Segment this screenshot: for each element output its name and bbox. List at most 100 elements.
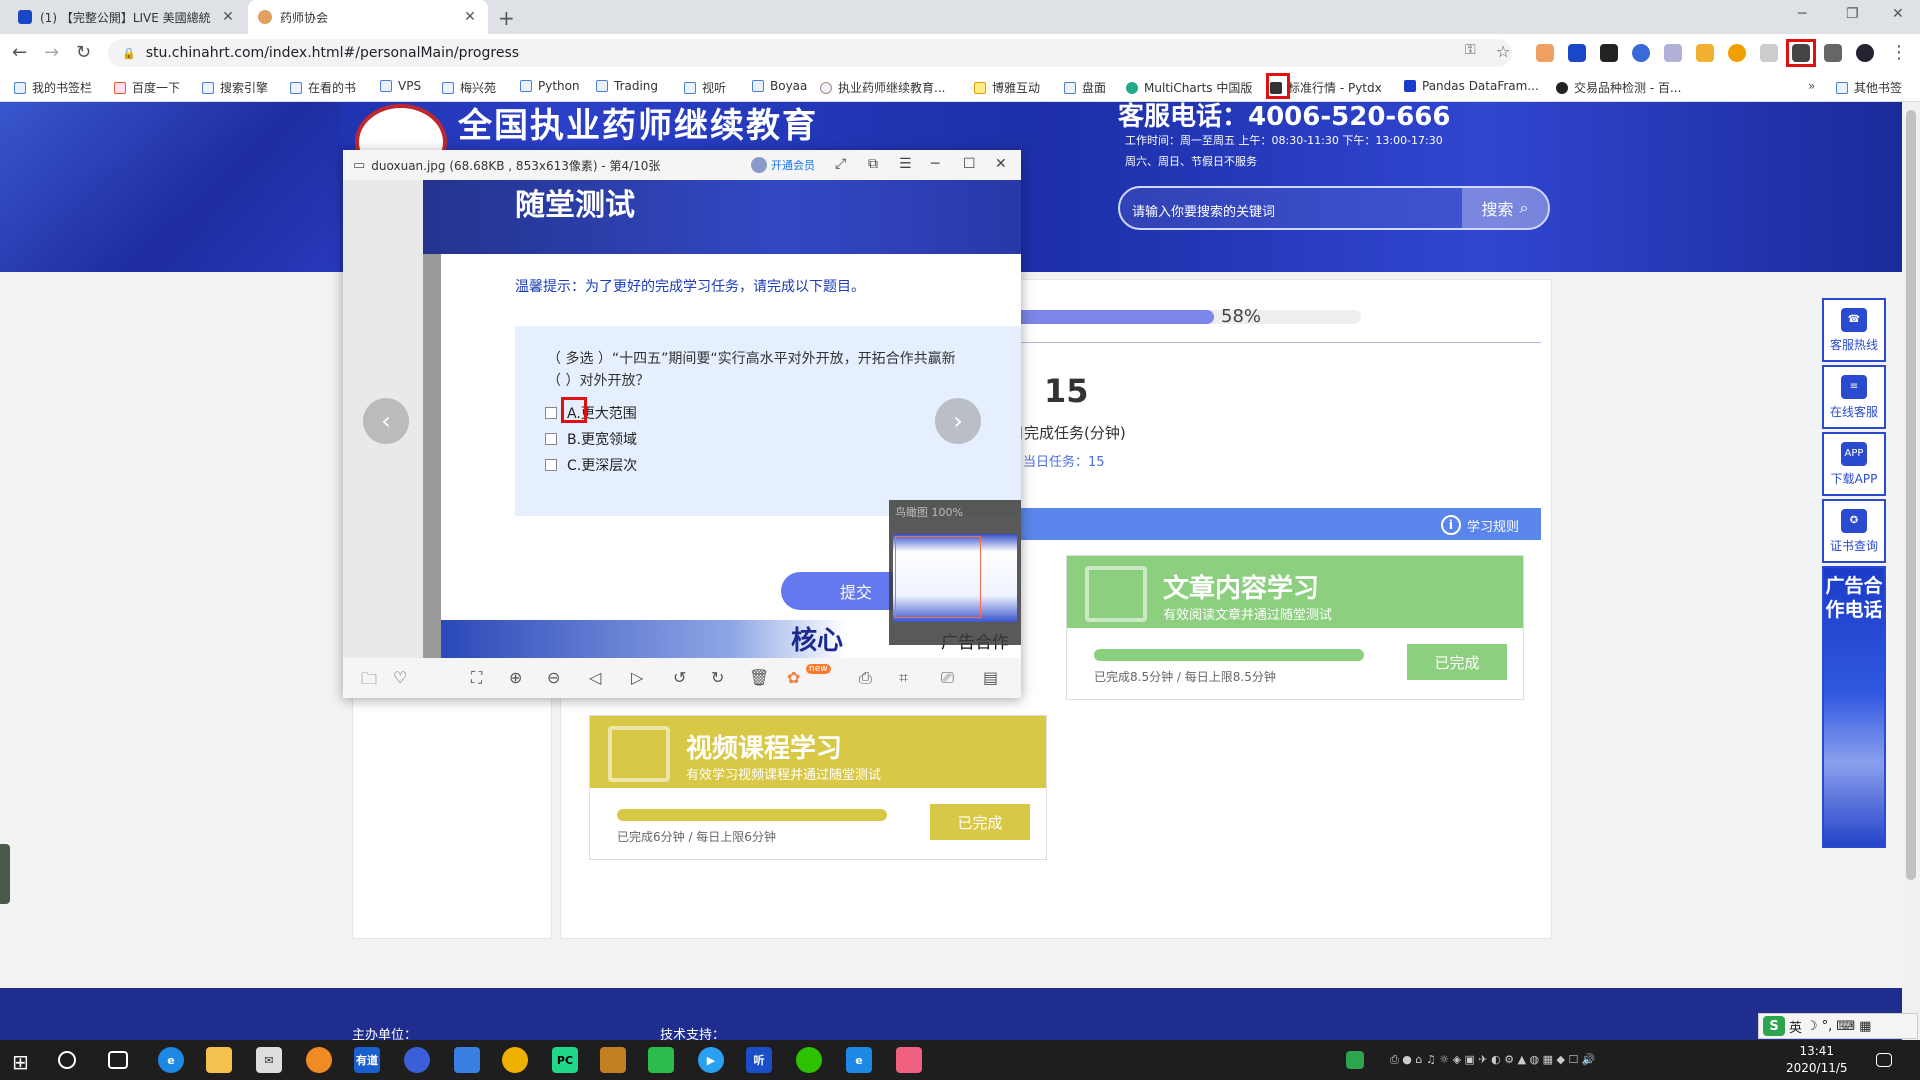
yellow-app-icon[interactable] (502, 1047, 528, 1073)
profile-avatar[interactable] (1856, 44, 1874, 62)
browser-app-icon[interactable] (306, 1047, 332, 1073)
task-view-icon[interactable] (108, 1051, 128, 1069)
sidebar-ad[interactable]: 广告合作电话 (1822, 566, 1886, 848)
delete-icon[interactable]: 🗑 (749, 668, 769, 687)
tab-pharmacist[interactable]: 药师协会 ✕ (248, 0, 488, 34)
ocr-icon[interactable]: ⎚ (941, 668, 954, 688)
bookmark-item[interactable]: 搜索引擎 (202, 79, 268, 96)
ime-toolbar[interactable]: S 英 ☽ °, ⌨ ▦ (1758, 1013, 1918, 1039)
favorite-icon[interactable]: ♡ (393, 668, 407, 687)
ime-keyboard-icon[interactable]: ⌨ (1836, 1019, 1855, 1034)
bookmark-item[interactable]: 在看的书 (290, 79, 356, 96)
more-icon[interactable]: ▤ (983, 668, 998, 687)
wechat-icon[interactable] (796, 1047, 822, 1073)
address-bar[interactable]: 🔒 stu.chinahrt.com/index.html#/personalM… (108, 39, 1512, 67)
bookmark-star-icon[interactable]: ☆ (1496, 42, 1510, 61)
menu-icon[interactable]: ☰ (899, 156, 912, 172)
extension-media-icon[interactable] (1568, 44, 1586, 62)
extension-circle-icon[interactable] (1728, 44, 1746, 62)
scrollbar-thumb[interactable] (1906, 110, 1916, 880)
rules-link[interactable]: i 学习规则 (1440, 515, 1519, 535)
close-tab-icon[interactable]: ✕ (220, 9, 236, 25)
search-icon[interactable] (58, 1051, 76, 1069)
iqiyi-icon[interactable] (648, 1047, 674, 1073)
checkbox[interactable] (545, 407, 557, 419)
pycharm-icon[interactable]: PC (552, 1047, 578, 1073)
vip-link[interactable]: 开通会员 (751, 157, 815, 173)
site-search[interactable]: 请输入你要搜索的关键词 搜索 ⌕ (1118, 186, 1550, 230)
close-window-button[interactable]: ✕ (1892, 6, 1904, 22)
thumbnail-navigator[interactable]: 鸟瞰图 100% (889, 500, 1021, 645)
key-icon[interactable]: ⚿ (1465, 42, 1476, 58)
bookmark-item[interactable]: Boyaa (752, 79, 807, 93)
ime-punct-icon[interactable]: °, (1822, 1019, 1833, 1034)
back-icon[interactable]: ← (12, 42, 27, 63)
minimize-icon[interactable]: ─ (931, 156, 939, 172)
extension-puzzle-icon[interactable] (1664, 44, 1682, 62)
youdao-icon[interactable]: 有道 (354, 1047, 380, 1073)
windows-start-icon[interactable]: ⊞ (12, 1050, 29, 1074)
sidebar-download-app[interactable]: APP 下载APP (1822, 432, 1886, 496)
previous-icon[interactable]: ◁ (589, 668, 601, 687)
checkbox[interactable] (545, 433, 557, 445)
pin-icon[interactable]: ⧉ (868, 156, 878, 172)
maximize-icon[interactable]: ☐ (963, 156, 976, 172)
ie-icon[interactable]: e (846, 1047, 872, 1073)
zoom-out-icon[interactable]: ⊖ (547, 668, 560, 687)
apps-icon[interactable]: ✿ (787, 668, 800, 687)
store-icon[interactable] (454, 1047, 480, 1073)
bookmark-item[interactable]: VPS (380, 79, 421, 93)
option-a[interactable]: A.更大范围 (545, 403, 637, 423)
bookmark-item[interactable]: 盘面 (1064, 79, 1106, 96)
fullscreen-icon[interactable]: ⤢ (835, 156, 846, 172)
crop-icon[interactable]: ⌗ (899, 668, 908, 688)
bookmark-item[interactable]: MultiCharts 中国版 (1126, 79, 1252, 96)
extension-dark-icon[interactable] (1600, 44, 1618, 62)
extension-adblock-icon[interactable] (1632, 44, 1650, 62)
option-b[interactable]: B.更宽领域 (545, 429, 637, 449)
extension-arrow-icon[interactable] (1696, 44, 1714, 62)
bookmark-item[interactable]: 执业药师继续教育... (820, 79, 945, 96)
bookmarks-overflow-icon[interactable]: » (1808, 79, 1815, 93)
ime-skin-icon[interactable]: ▦ (1859, 1019, 1871, 1034)
sogou-tray-icon[interactable] (1346, 1051, 1364, 1069)
ime-language[interactable]: 英 (1789, 1017, 1802, 1036)
navigator-viewport[interactable] (895, 536, 981, 618)
tab-youtube[interactable]: (1) 【完整公開】LIVE 美國總統 ✕ (8, 0, 246, 34)
game-app-icon[interactable] (600, 1047, 626, 1073)
chrome-menu-icon[interactable]: ⋮ (1890, 42, 1908, 63)
mail-icon[interactable]: ✉ (256, 1047, 282, 1073)
new-tab-button[interactable]: + (498, 6, 515, 30)
bookmark-item[interactable]: Python (520, 79, 580, 93)
cloud-app-icon[interactable] (404, 1047, 430, 1073)
extension-cloud-icon[interactable] (1760, 44, 1778, 62)
ime-moon-icon[interactable]: ☽ (1806, 1019, 1818, 1034)
search-input[interactable]: 请输入你要搜索的关键词 (1132, 201, 1275, 220)
reload-icon[interactable]: ↻ (76, 42, 91, 63)
page-scrollbar[interactable] (1902, 102, 1920, 1040)
maximize-window-button[interactable]: ❐ (1846, 6, 1859, 22)
notification-center-icon[interactable] (1876, 1053, 1892, 1067)
zoom-in-icon[interactable]: ⊕ (509, 668, 522, 687)
hex-app-icon[interactable] (896, 1047, 922, 1073)
previous-image-button[interactable]: ‹ (363, 398, 409, 444)
bookmark-item[interactable]: 百度一下 (114, 79, 180, 96)
print-icon[interactable]: ⎙ (859, 668, 872, 688)
checkbox[interactable] (545, 459, 557, 471)
sidebar-certificate[interactable]: ✪ 证书查询 (1822, 499, 1886, 563)
bookmark-item[interactable]: Pandas DataFram... (1404, 79, 1539, 93)
open-folder-icon[interactable]: 🗀 (361, 668, 377, 695)
sidebar-hotline[interactable]: ☎ 客服热线 (1822, 298, 1886, 362)
bookmark-item-other[interactable]: 其他书签 (1836, 79, 1902, 96)
reading-list-icon[interactable] (1824, 44, 1842, 62)
bookmark-item[interactable]: 交易品种检测 - 百... (1556, 79, 1681, 96)
bookmark-item[interactable]: 视听 (684, 79, 726, 96)
close-tab-icon[interactable]: ✕ (462, 9, 478, 25)
player-icon[interactable]: ▶ (698, 1047, 724, 1073)
clock[interactable]: 13:41 2020/11/5 (1786, 1043, 1848, 1077)
close-icon[interactable]: ✕ (995, 156, 1007, 172)
search-button[interactable]: 搜索 ⌕ (1462, 188, 1548, 228)
rotate-left-icon[interactable]: ↺ (673, 668, 686, 687)
ting-icon[interactable]: 听 (746, 1047, 772, 1073)
bookmark-item[interactable]: 我的书签栏 (14, 79, 92, 96)
